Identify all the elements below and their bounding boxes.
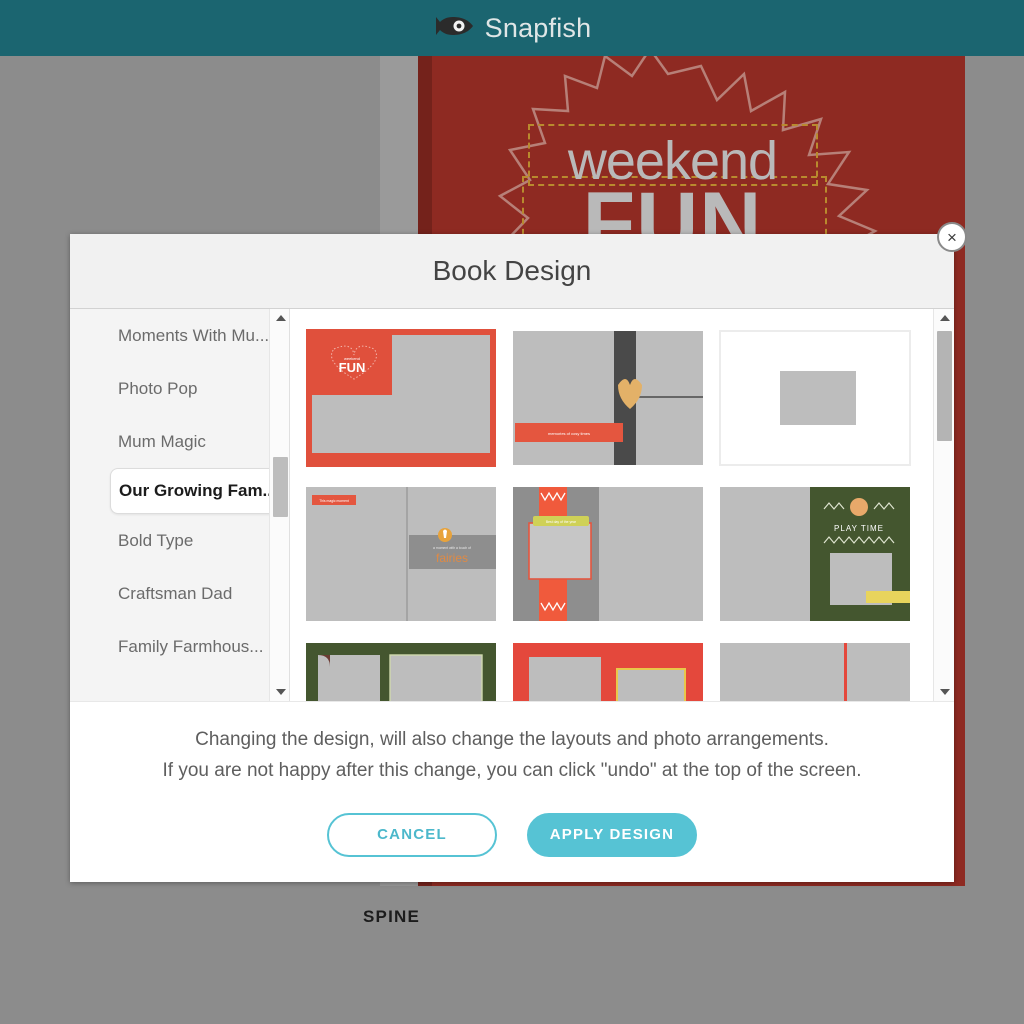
scrollbar-thumb[interactable] <box>937 331 952 441</box>
sidebar-item-craftsman-dad[interactable]: Craftsman Dad <box>70 567 275 620</box>
design-thumbnail-grid: weekend FUN memories of cosy times <box>304 327 914 701</box>
sidebar-item-label: Mum Magic <box>118 432 206 452</box>
sidebar-item-family-farmhouse[interactable]: Family Farmhous... <box>70 620 275 673</box>
design-thumbnail-orange-zigzag-frame[interactable]: Best day of the year <box>511 483 705 625</box>
scroll-down-icon[interactable] <box>934 683 954 701</box>
sidebar-item-our-growing-family[interactable]: Our Growing Fam... <box>110 468 290 514</box>
design-thumbnail-green-frame[interactable] <box>304 639 498 701</box>
dialog-body: Moments With Mu... Photo Pop Mum Magic O… <box>70 309 954 701</box>
close-glyph: × <box>947 229 957 246</box>
sidebar-item-label: Photo Pop <box>118 379 197 399</box>
dialog-title: Book Design <box>433 255 592 287</box>
sidebar-item-bold-type[interactable]: Bold Type <box>70 514 275 567</box>
sidebar-item-moments-with-mum[interactable]: Moments With Mu... <box>70 309 275 362</box>
design-thumbnail-play-time-green[interactable]: PLAY TIME <box>718 483 912 625</box>
cancel-button[interactable]: CANCEL <box>327 813 497 857</box>
design-thumbnail-gray-divider[interactable] <box>718 639 912 701</box>
thumb-caption-small: a moment with a touch of <box>433 546 471 550</box>
sidebar-item-label: Bold Type <box>118 531 193 551</box>
footer-note-line-2: If you are not happy after this change, … <box>163 755 862 786</box>
design-thumbnail-plain-white-photo[interactable] <box>718 327 912 469</box>
sidebar-scrollbar[interactable] <box>269 309 290 701</box>
scroll-up-icon[interactable] <box>270 309 290 327</box>
apply-design-button[interactable]: APPLY DESIGN <box>527 813 697 857</box>
design-theme-list: Moments With Mu... Photo Pop Mum Magic O… <box>70 309 275 673</box>
design-thumbnail-fairies-spread[interactable]: This magic moment a moment with a touch … <box>304 483 498 625</box>
sidebar-item-label: Our Growing Fam... <box>119 481 277 501</box>
scroll-up-icon[interactable] <box>934 309 954 327</box>
thumb-caption-large: fairies <box>436 551 468 565</box>
spine-label: SPINE <box>363 907 420 927</box>
sidebar-item-label: Family Farmhous... <box>118 637 263 657</box>
footer-note-line-1: Changing the design, will also change th… <box>195 724 829 755</box>
app-header: Snapfish <box>0 0 1024 56</box>
scrollbar-thumb[interactable] <box>273 457 288 517</box>
dialog-header: Book Design × <box>70 234 954 309</box>
brand-name: Snapfish <box>485 13 592 44</box>
sidebar-item-label: Moments With Mu... <box>118 326 269 346</box>
sidebar-item-label: Craftsman Dad <box>118 584 232 604</box>
thumb-caption-large: FUN <box>339 360 366 375</box>
thumb-label-tag: Best day of the year <box>546 520 577 524</box>
thumb-caption-large: PLAY TIME <box>834 524 884 533</box>
close-icon[interactable]: × <box>937 222 967 252</box>
design-thumbnail-red-frame[interactable] <box>511 639 705 701</box>
design-thumbnail-weekend-fun-cover[interactable]: weekend FUN <box>304 327 498 469</box>
sidebar-item-photo-pop[interactable]: Photo Pop <box>70 362 275 415</box>
grid-scrollbar[interactable] <box>933 309 954 701</box>
thumb-label-tag: This magic moment <box>319 499 349 503</box>
thumb-caption-bar: memories of cosy times <box>548 431 590 436</box>
design-preview-pane: weekend FUN memories of cosy times <box>290 309 954 701</box>
dialog-footer: Changing the design, will also change th… <box>70 701 954 881</box>
design-thumbnail-dark-stripe-heart[interactable]: memories of cosy times <box>511 327 705 469</box>
book-design-dialog: Book Design × Moments With Mu... Photo P… <box>70 234 954 882</box>
scroll-down-icon[interactable] <box>270 683 290 701</box>
design-theme-sidebar: Moments With Mu... Photo Pop Mum Magic O… <box>70 309 290 701</box>
dialog-action-row: CANCEL APPLY DESIGN <box>327 813 697 857</box>
sidebar-item-mum-magic[interactable]: Mum Magic <box>70 415 275 468</box>
fish-logo-icon <box>433 14 475 43</box>
